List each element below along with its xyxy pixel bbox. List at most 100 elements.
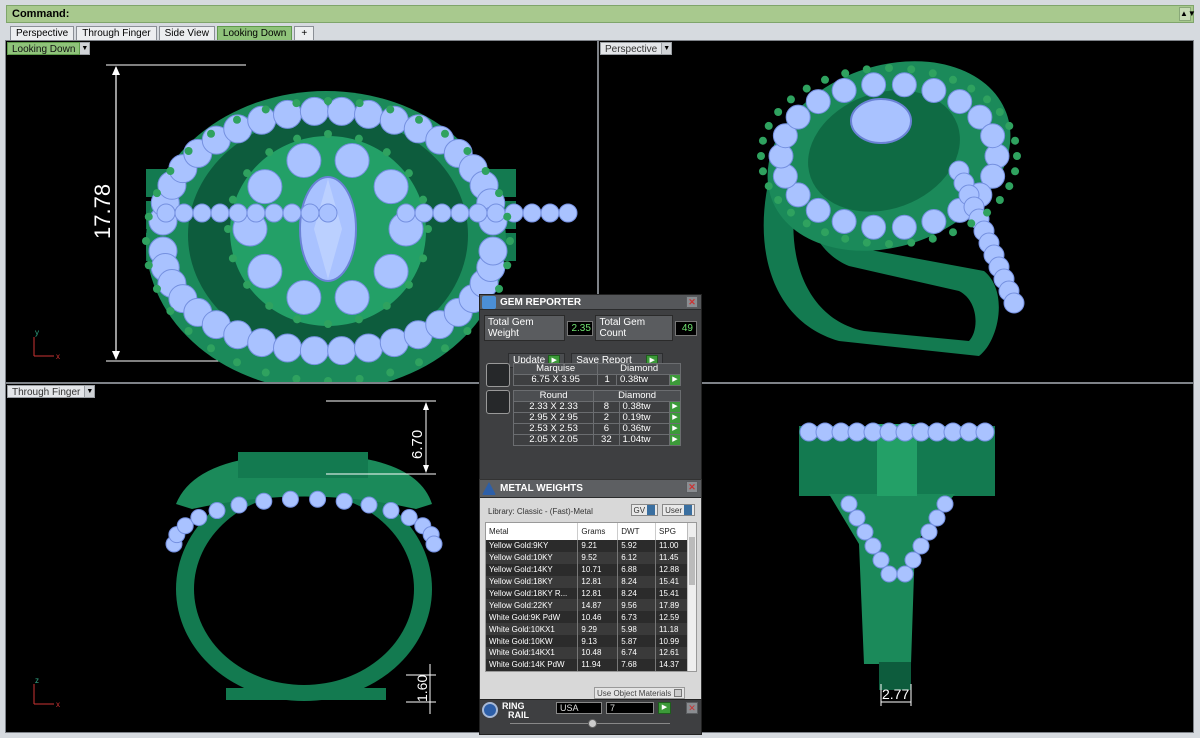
grams-cell: 11.94 xyxy=(577,658,619,671)
prong xyxy=(995,108,1004,116)
viewport-label[interactable]: Through Finger ▼ xyxy=(7,385,96,398)
close-icon[interactable]: ✕ xyxy=(686,296,698,308)
prong xyxy=(862,65,871,74)
ring-rail-title-2: RAIL xyxy=(508,710,529,720)
gem-stone xyxy=(880,565,898,583)
play-icon[interactable]: ▶ xyxy=(669,423,681,435)
prong xyxy=(862,238,871,247)
prong xyxy=(495,189,504,198)
gv-button[interactable]: GV xyxy=(630,504,659,516)
prong xyxy=(265,301,274,310)
close-icon[interactable]: ✕ xyxy=(686,481,698,493)
command-scroll-icon[interactable]: ▲▼ xyxy=(1179,7,1196,21)
close-icon[interactable]: ✕ xyxy=(686,702,698,714)
checkbox-icon[interactable] xyxy=(674,689,683,697)
axis-y-label: y xyxy=(35,328,39,337)
play-icon[interactable]: ▶ xyxy=(669,401,681,413)
marquise-gem-icon[interactable] xyxy=(486,363,510,387)
grams-cell: 14.87 xyxy=(577,599,619,612)
prong xyxy=(355,374,364,382)
prong xyxy=(292,99,301,108)
table-row[interactable]: Yellow Gold:18KY 12.81 8.24 15.41 xyxy=(486,575,688,588)
gem-stone xyxy=(1003,292,1025,314)
gem-icon xyxy=(482,295,496,309)
gem-shape: Marquise xyxy=(512,363,599,375)
ring-size-select[interactable]: 7 xyxy=(606,702,654,714)
prong xyxy=(354,315,363,324)
table-row[interactable]: White Gold:14KX1 10.48 6.74 12.61 xyxy=(486,647,688,659)
user-button[interactable]: User xyxy=(662,504,695,516)
command-bar[interactable]: Command: ▲▼ xyxy=(6,5,1196,23)
chevron-down-icon[interactable]: ▼ xyxy=(85,385,96,398)
prong xyxy=(228,254,237,263)
chevron-down-icon[interactable]: ▼ xyxy=(662,42,673,55)
viewport-label[interactable]: Looking Down ▼ xyxy=(7,42,91,55)
prong xyxy=(415,358,423,367)
chevron-down-icon[interactable]: ▼ xyxy=(80,42,91,55)
table-row[interactable]: White Gold:9K PdW 10.46 6.73 12.59 xyxy=(486,611,688,624)
round-gem-icon[interactable] xyxy=(486,390,510,414)
standard-select[interactable]: USA xyxy=(556,702,602,714)
prong xyxy=(503,261,512,270)
table-row[interactable]: Yellow Gold:22KY 14.87 9.56 17.89 xyxy=(486,599,688,612)
gem-stone xyxy=(327,336,357,366)
play-icon[interactable]: ▶ xyxy=(669,412,681,424)
tab-perspective[interactable]: Perspective xyxy=(10,26,75,41)
tab-through-finger[interactable]: Through Finger xyxy=(76,26,157,41)
play-icon[interactable]: ▶ xyxy=(669,374,681,386)
column-header-dwt[interactable]: DWT xyxy=(617,523,657,540)
grams-cell: 10.48 xyxy=(577,647,619,659)
gem-shape: Round xyxy=(512,390,595,402)
table-row[interactable]: White Gold:10KW 9.13 5.87 10.99 xyxy=(486,635,688,648)
table-row[interactable]: White Gold:10KX1 9.29 5.98 11.18 xyxy=(486,623,688,636)
prong xyxy=(224,225,232,233)
table-row[interactable]: Yellow Gold:18KY R... 12.81 8.24 15.41 xyxy=(486,587,688,600)
use-object-materials-toggle[interactable]: Use Object Materials xyxy=(594,687,686,699)
play-icon[interactable]: ▶ xyxy=(669,434,681,446)
prong xyxy=(228,195,237,204)
prong xyxy=(152,284,161,293)
prong xyxy=(404,280,413,289)
prong xyxy=(440,129,449,138)
table-row[interactable]: Yellow Gold:14KY 10.71 6.88 12.88 xyxy=(486,563,688,576)
prong xyxy=(802,84,811,93)
gem-stone xyxy=(540,203,560,223)
table-row[interactable]: White Gold:14K PdW 11.94 7.68 14.37 xyxy=(486,658,688,671)
metal-cell: White Gold:14K PdW xyxy=(486,658,579,671)
size-slider-handle[interactable] xyxy=(588,719,597,728)
gem-stone xyxy=(891,214,917,240)
gem-stone xyxy=(286,143,322,179)
grams-cell: 10.46 xyxy=(577,611,619,624)
dimension-bottom-label: 1.60 xyxy=(414,675,430,702)
gem-stone xyxy=(911,422,931,442)
gem-stone xyxy=(247,105,277,135)
prong xyxy=(324,320,332,328)
tab-looking-down[interactable]: Looking Down xyxy=(216,26,293,41)
table-row[interactable]: Yellow Gold:10KY 9.52 6.12 11.45 xyxy=(486,551,688,564)
gem-stone xyxy=(936,495,954,513)
column-header-metal[interactable]: Metal xyxy=(486,523,579,540)
column-header-grams[interactable]: Grams xyxy=(577,523,619,540)
prong xyxy=(142,237,150,245)
column-header-spg[interactable]: SPG xyxy=(655,523,688,540)
table-row[interactable]: Yellow Gold:9KY 9.21 5.92 11.00 xyxy=(486,540,688,552)
prong xyxy=(821,228,829,237)
prong xyxy=(144,212,153,221)
prong xyxy=(292,374,301,382)
viewport-label[interactable]: Perspective ▼ xyxy=(600,42,673,55)
table-scrollbar[interactable] xyxy=(687,523,696,671)
scrollbar-thumb[interactable] xyxy=(689,537,695,585)
library-label: Library: Classic - (Fast)-Metal xyxy=(488,506,593,516)
add-tab-button[interactable]: + xyxy=(294,26,315,41)
gem-stone xyxy=(799,422,819,442)
gem-stone xyxy=(247,253,283,289)
gem-stone xyxy=(840,495,858,513)
metal-table[interactable]: Metal Grams DWT SPG Yellow Gold:9KY 9.21 5… xyxy=(485,522,697,672)
metal-weights-title-bar[interactable]: METAL WEIGHTS ✕ xyxy=(480,480,701,498)
play-icon[interactable]: ▶ xyxy=(658,702,671,714)
gem-stone xyxy=(947,89,973,115)
gem-reporter-title-bar[interactable]: GEM REPORTER ✕ xyxy=(480,295,701,310)
gem-stone xyxy=(335,492,353,510)
tab-side-view[interactable]: Side View xyxy=(158,26,215,41)
prong xyxy=(382,301,391,310)
